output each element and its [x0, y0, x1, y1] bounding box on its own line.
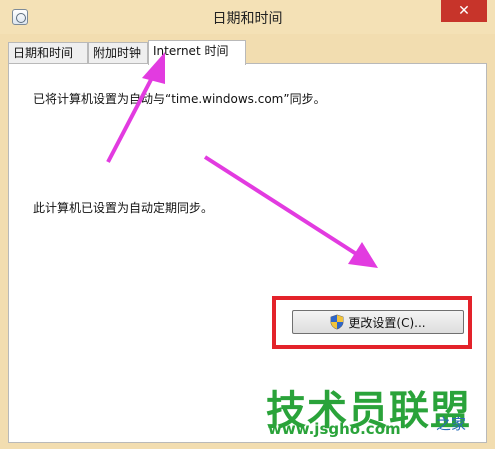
tab-label: 附加时钟 — [93, 46, 142, 60]
auto-sync-info-text: 此计算机已设置为自动定期同步。 — [33, 201, 214, 215]
title-bar: 日期和时间 ✕ — [0, 0, 495, 34]
tab-strip: 日期和时间 附加时钟 Internet 时间 — [8, 40, 488, 65]
tab-label: 日期和时间 — [13, 46, 74, 60]
tab-additional-clocks[interactable]: 附加时钟 — [88, 42, 148, 63]
sync-info-text: 已将计算机设置为自动与“time.windows.com”同步。 — [33, 92, 326, 106]
close-button[interactable]: ✕ — [441, 0, 487, 22]
close-icon: ✕ — [458, 3, 470, 19]
highlight-box — [272, 296, 472, 349]
tab-label: Internet 时间 — [153, 44, 229, 58]
tab-date-and-time[interactable]: 日期和时间 — [8, 42, 88, 63]
watermark-url: www.jsgho.com — [268, 420, 401, 438]
window-title: 日期和时间 — [212, 11, 283, 27]
tab-internet-time[interactable]: Internet 时间 — [148, 40, 246, 65]
watermark-suffix: 之家 — [436, 415, 467, 433]
